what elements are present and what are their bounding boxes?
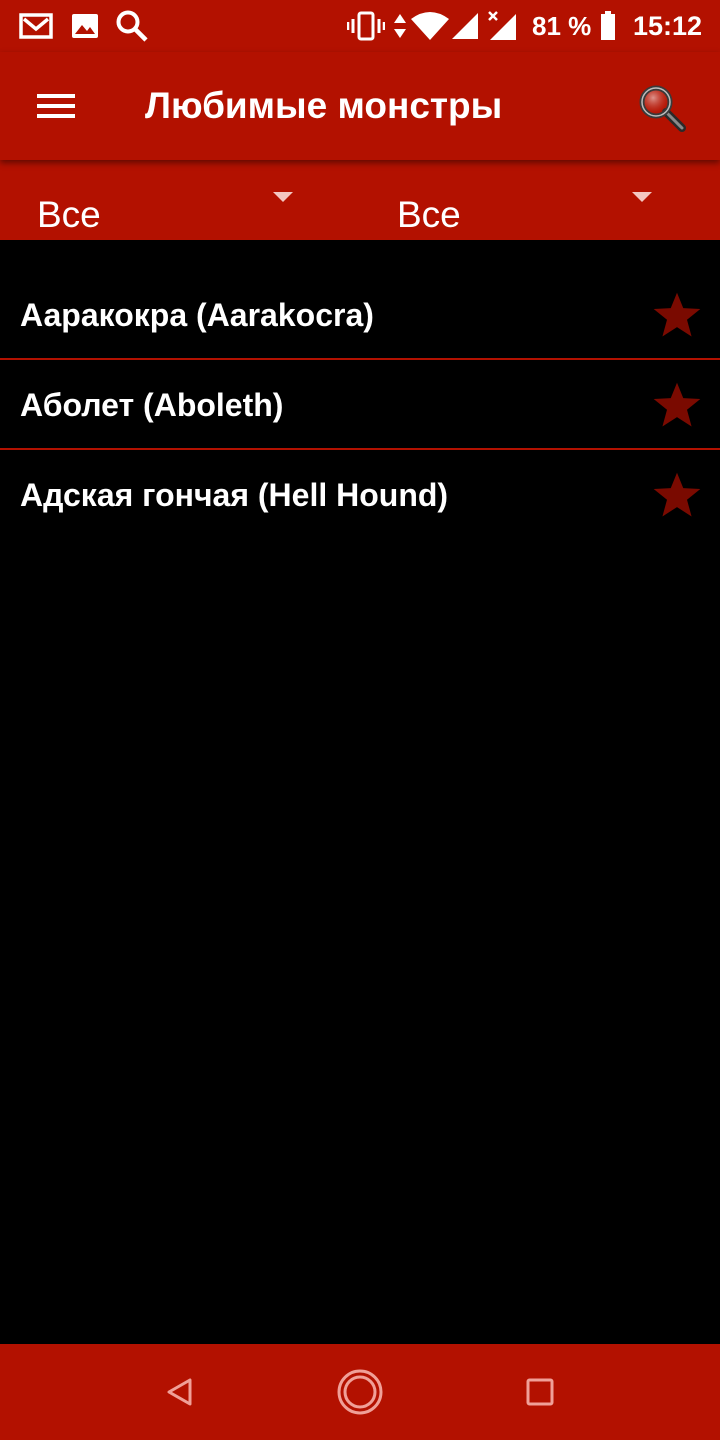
filter-bar: Все Все	[0, 160, 720, 240]
filter-1-value: Все	[37, 194, 101, 235]
signal-icon	[450, 0, 480, 52]
list-item[interactable]: Аболет (Aboleth)	[0, 360, 720, 450]
home-button[interactable]	[330, 1362, 390, 1422]
app-bar: Любимые монстры	[0, 52, 720, 160]
favorite-button[interactable]	[652, 290, 702, 340]
vibrate-icon	[346, 0, 386, 52]
monster-list: Ааракокра (Aarakocra) Аболет (Aboleth) А…	[0, 270, 720, 540]
filter-2-value: Все	[397, 194, 461, 235]
dropdown-arrow-icon	[273, 192, 293, 202]
star-icon	[653, 382, 701, 427]
monster-name: Ааракокра (Aarakocra)	[20, 296, 374, 333]
search-icon	[114, 0, 150, 52]
back-button[interactable]	[150, 1362, 210, 1422]
recents-icon	[526, 1378, 554, 1406]
dropdown-arrow-icon	[632, 192, 652, 202]
list-item[interactable]: Адская гончая (Hell Hound)	[0, 450, 720, 540]
wifi-icon	[410, 0, 450, 52]
page-title: Любимые монстры	[145, 85, 503, 126]
favorite-button[interactable]	[652, 470, 702, 520]
monster-name: Адская гончая (Hell Hound)	[20, 476, 449, 513]
signal-no-data-icon	[486, 0, 518, 52]
monster-name: Аболет (Aboleth)	[20, 386, 284, 423]
search-button[interactable]	[630, 76, 694, 140]
magnifier-icon	[639, 85, 686, 132]
battery-icon	[600, 0, 616, 52]
list-item[interactable]: Ааракокра (Aarakocra)	[0, 270, 720, 360]
star-icon	[653, 292, 701, 337]
back-icon	[167, 1378, 192, 1406]
data-arrows-icon	[392, 0, 408, 52]
recents-button[interactable]	[510, 1362, 570, 1422]
image-icon	[70, 0, 100, 52]
filter-dropdown-2[interactable]: Все	[360, 160, 700, 240]
hamburger-menu-icon	[37, 94, 75, 118]
status-bar: 81 % 15:12	[0, 0, 720, 52]
star-icon	[653, 472, 701, 517]
gmail-icon	[18, 0, 54, 52]
navigation-bar	[0, 1344, 720, 1440]
favorite-button[interactable]	[652, 380, 702, 430]
menu-button[interactable]	[26, 76, 86, 136]
home-icon	[337, 1369, 383, 1415]
battery-percent: 81 %	[532, 10, 592, 41]
clock: 15:12	[633, 10, 703, 41]
filter-dropdown-1[interactable]: Все	[0, 160, 340, 240]
